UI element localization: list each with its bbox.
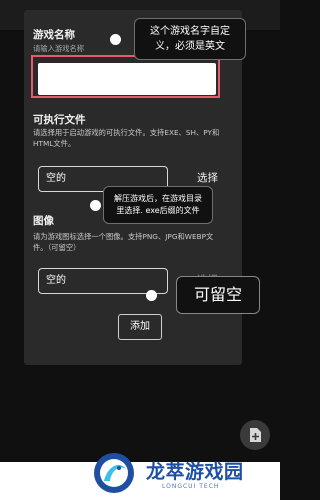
name-tip: 这个游戏名字自定 义，必须是英文	[134, 18, 246, 60]
image-title: 图像	[33, 215, 54, 227]
add-file-fab[interactable]	[240, 420, 270, 450]
watermark: 龙萃游戏园 LONGCUI TECH	[92, 451, 264, 497]
game-name-placeholder: 请输入游戏名称	[33, 44, 85, 53]
add-file-icon	[250, 428, 261, 442]
exe-tip: 解压游戏后，在游戏目录 里选择. exe后缀的文件	[103, 186, 213, 224]
executable-select-button[interactable]: 选择	[197, 170, 218, 185]
executable-title: 可执行文件	[33, 114, 86, 126]
exe-tip-line-1: 解压游戏后，在游戏目录	[114, 194, 202, 203]
game-name-title: 游戏名称	[33, 29, 75, 41]
exe-tip-line-2: 里选择. exe后缀的文件	[116, 206, 200, 215]
executable-description-2: HTML文件。	[33, 139, 76, 148]
name-tip-dot	[110, 34, 121, 45]
image-tip: 可留空	[176, 276, 260, 314]
executable-description-1: 请选择用于启动游戏的可执行文件。支持EXE、SH、PY和	[33, 128, 220, 137]
exe-tip-dot	[90, 200, 101, 211]
image-tip-dot	[146, 290, 157, 301]
highlight-box	[31, 55, 220, 98]
image-description-2: 件。（可留空）	[33, 243, 81, 252]
watermark-title: 龙萃游戏园	[146, 461, 244, 483]
dragon-logo-icon	[94, 453, 134, 493]
image-description-1: 请为游戏图标选择一个图像。支持PNG、JPG和WEBP文	[33, 232, 214, 241]
name-tip-line-1: 这个游戏名字自定	[150, 26, 230, 37]
add-button[interactable]: 添加	[118, 314, 162, 340]
name-tip-line-2: 义，必须是英文	[155, 41, 225, 52]
watermark-subtitle: LONGCUI TECH	[162, 483, 220, 490]
